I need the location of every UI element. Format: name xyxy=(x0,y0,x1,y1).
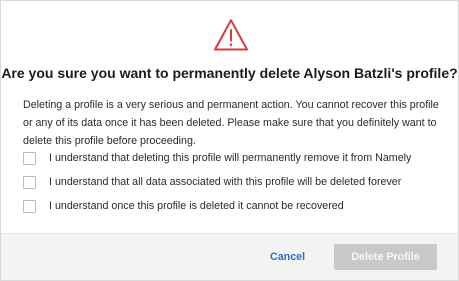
checkbox[interactable] xyxy=(23,175,36,189)
confirm-checkbox-data-deleted[interactable]: I understand that all data associated wi… xyxy=(23,175,401,189)
warning-triangle-icon xyxy=(214,19,248,51)
checkbox[interactable] xyxy=(23,151,36,165)
confirm-checkbox-remove[interactable]: I understand that deleting this profile … xyxy=(23,151,411,165)
checkbox-label[interactable]: I understand that all data associated wi… xyxy=(49,176,401,188)
dialog-footer: Cancel Delete Profile xyxy=(1,233,458,280)
checkbox-label[interactable]: I understand once this profile is delete… xyxy=(49,200,344,212)
delete-profile-dialog: Are you sure you want to permanently del… xyxy=(0,0,459,281)
dialog-description: Deleting a profile is a very serious and… xyxy=(23,99,439,147)
checkbox-label[interactable]: I understand that deleting this profile … xyxy=(49,152,411,164)
confirm-checkbox-not-recoverable[interactable]: I understand once this profile is delete… xyxy=(23,199,344,213)
delete-profile-button[interactable]: Delete Profile xyxy=(334,244,437,270)
dialog-title: Are you sure you want to permanently del… xyxy=(1,65,458,81)
cancel-button[interactable]: Cancel xyxy=(270,246,305,268)
checkbox[interactable] xyxy=(23,199,36,213)
